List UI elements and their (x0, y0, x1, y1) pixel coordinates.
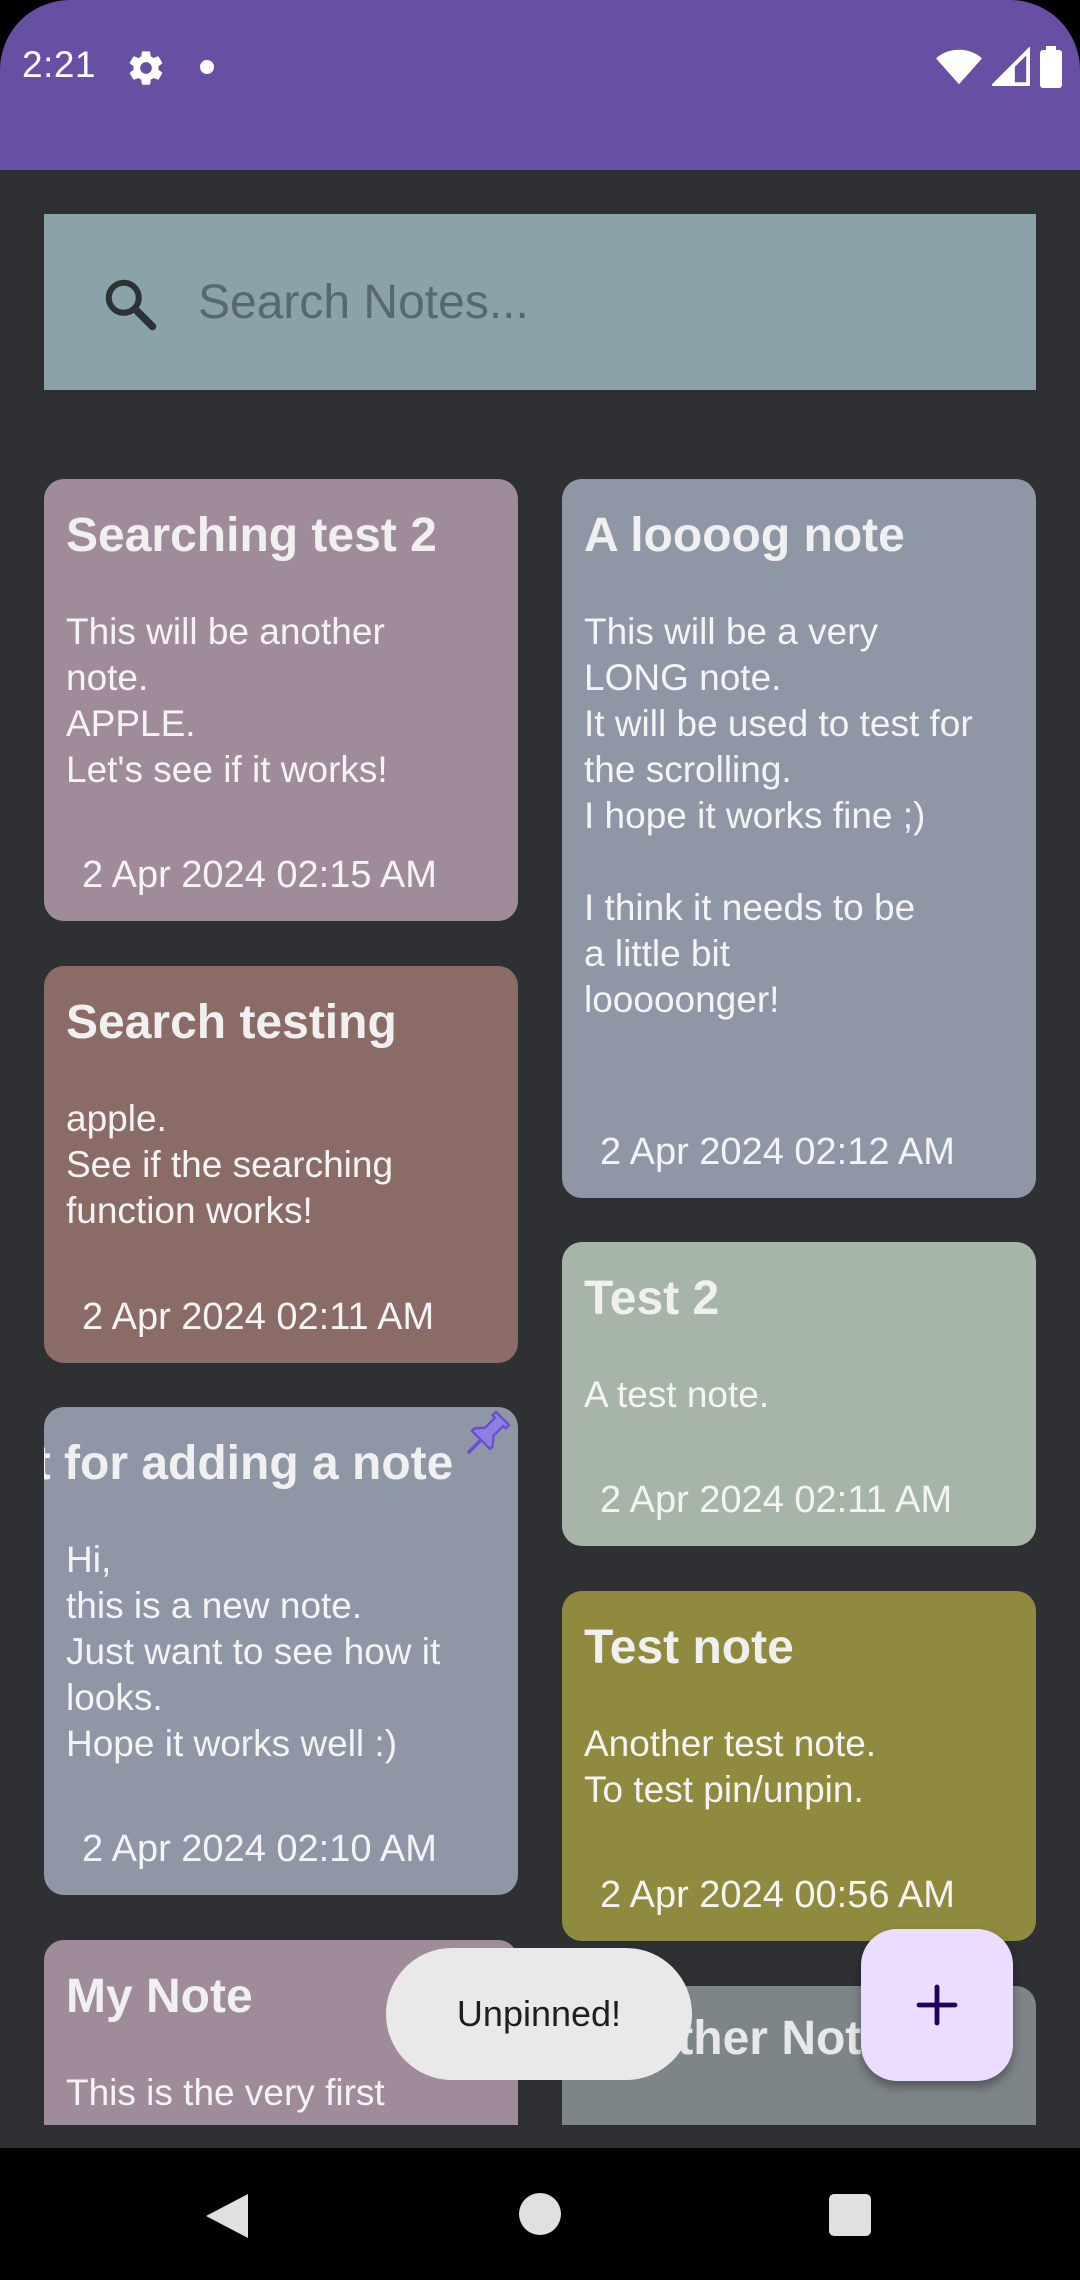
note-title: Test 2 (584, 1272, 720, 1325)
wifi-icon (936, 49, 982, 85)
pin-icon[interactable] (458, 1407, 514, 1463)
gear-icon (129, 51, 163, 85)
note-title: A loooog note (584, 509, 905, 562)
note-title: st for adding a note (44, 1437, 454, 1490)
note-date: 2 Apr 2024 02:10 AM (82, 1828, 437, 1870)
note-card[interactable]: Test note Another test note. To test pin… (562, 1591, 1036, 1941)
note-date: 2 Apr 2024 02:11 AM (600, 1479, 953, 1521)
toast-message: Unpinned! (386, 1948, 692, 2080)
note-card[interactable]: A loooog note This will be a very LONG n… (562, 479, 1036, 1198)
note-body: apple. See if the searching function wor… (66, 1098, 394, 1231)
app-screen: 2:21 Searching test 2 This will be anoth… (0, 0, 1080, 2280)
note-date: 2 Apr 2024 02:11 AM (82, 1296, 435, 1338)
plus-icon (916, 1984, 958, 2026)
note-date: 2 Apr 2024 00:56 AM (600, 1874, 955, 1916)
battery-icon (1040, 46, 1062, 88)
search-icon (105, 279, 157, 331)
note-title: Searching test 2 (66, 509, 437, 562)
note-title: Test note (584, 1621, 794, 1674)
signal-icon (992, 47, 1030, 86)
recents-icon[interactable] (829, 2194, 871, 2236)
note-body: This will be another note. APPLE. Let's … (66, 611, 388, 790)
note-body: This will be a very LONG note. It will b… (584, 611, 973, 1020)
note-card[interactable]: Search testing apple. See if the searchi… (44, 966, 518, 1363)
note-body: A test note. (584, 1374, 770, 1415)
note-card[interactable]: Test 2 A test note. 2 Apr 2024 02:11 AM (562, 1242, 1036, 1546)
status-icons (936, 46, 1062, 88)
note-card[interactable]: st for adding a note Hi, this is a new n… (44, 1407, 518, 1895)
back-icon[interactable] (204, 2192, 250, 2240)
note-date: 2 Apr 2024 02:15 AM (82, 854, 437, 896)
home-icon[interactable] (519, 2193, 561, 2235)
search-input[interactable] (198, 262, 998, 342)
note-body: Hi, this is a new note. Just want to see… (66, 1539, 441, 1764)
notification-dot-icon (200, 60, 214, 74)
note-card[interactable]: Searching test 2 This will be another no… (44, 479, 518, 921)
note-body: Another test note. To test pin/unpin. (584, 1723, 877, 1810)
add-note-button[interactable] (861, 1929, 1013, 2081)
note-date: 2 Apr 2024 02:12 AM (600, 1131, 955, 1173)
note-title: Search testing (66, 996, 397, 1049)
status-time: 2:21 (22, 44, 97, 85)
